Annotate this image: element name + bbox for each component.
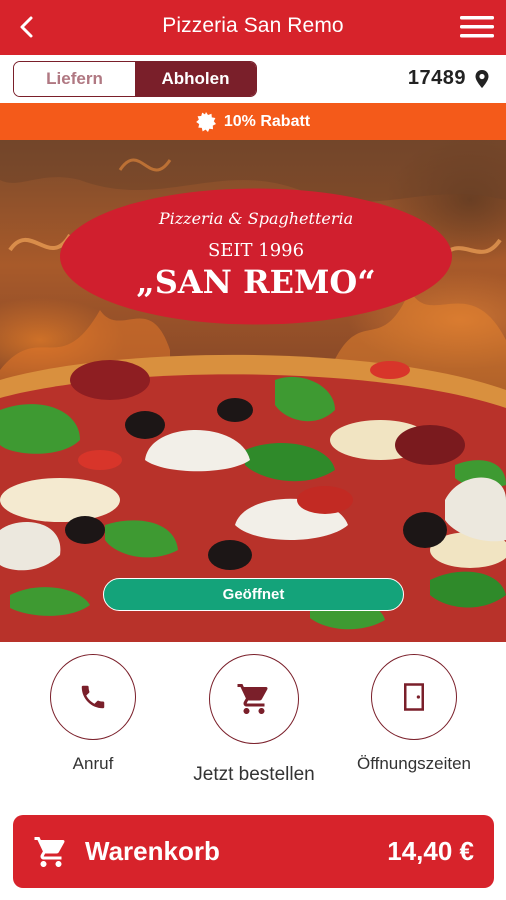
order-now-action[interactable]: Jetzt bestellen [179, 654, 329, 786]
pickup-option[interactable]: Abholen [135, 62, 256, 96]
phone-icon [81, 685, 105, 709]
order-mode-bar: Liefern Abholen 17489 [0, 55, 506, 103]
logo-subtitle: Pizzeria & Spaghetteria [158, 209, 353, 228]
app-root: Pizzeria San Remo Liefern Abholen 17489 … [0, 0, 506, 900]
location-selector[interactable]: 17489 [408, 67, 490, 90]
call-label: Anruf [72, 754, 114, 773]
discount-text: 10% Rabatt [223, 112, 311, 130]
cart-total: 14,40 € [387, 836, 474, 866]
deliver-option[interactable]: Liefern [14, 62, 135, 96]
cart-icon [237, 684, 268, 714]
page-title: Pizzeria San Remo [162, 14, 344, 37]
top-bar: Pizzeria San Remo [0, 0, 506, 55]
call-button[interactable] [50, 654, 136, 740]
cart-button[interactable]: Warenkorb 14,40 € [13, 815, 494, 888]
zip-code: 17489 [407, 67, 466, 89]
cart-label: Warenkorb [85, 836, 220, 866]
discount-badge-icon [196, 111, 216, 132]
call-action[interactable]: Anruf [18, 654, 168, 774]
door-icon [404, 683, 424, 711]
opening-hours-button[interactable] [371, 654, 457, 740]
opening-hours-label: Öffnungszeiten [356, 754, 472, 773]
open-status-badge[interactable]: Geöffnet [103, 578, 404, 611]
cart-icon [34, 836, 65, 867]
delivery-mode-toggle: Liefern Abholen [13, 61, 257, 97]
hero-image: Pizzeria & Spaghetteria SEIT 1996 „SAN R… [0, 140, 506, 642]
order-now-button[interactable] [209, 654, 299, 744]
discount-banner[interactable]: 10% Rabatt [0, 103, 506, 140]
quick-actions: Anruf Jetzt bestellen Öffnungszeiten [0, 642, 506, 812]
order-now-label: Jetzt bestellen [193, 764, 315, 785]
logo-since: SEIT 1996 [208, 240, 304, 261]
logo-name: „SAN REMO“ [136, 263, 375, 301]
hamburger-menu-icon[interactable] [460, 13, 494, 41]
location-pin-icon [475, 69, 489, 88]
restaurant-logo: Pizzeria & Spaghetteria SEIT 1996 „SAN R… [60, 188, 452, 325]
opening-hours-action[interactable]: Öffnungszeiten [339, 654, 489, 774]
